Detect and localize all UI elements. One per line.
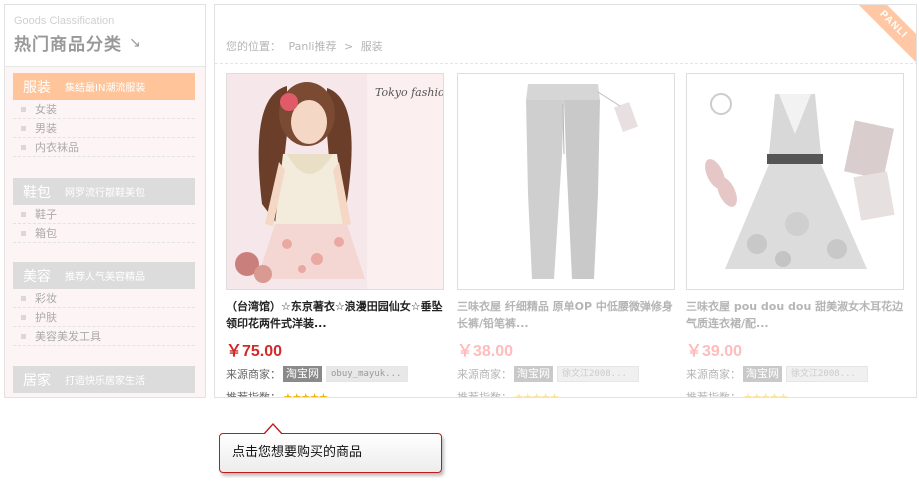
- seller-name[interactable]: obuy_mayuk...: [326, 365, 408, 382]
- product-source: 来源商家： 淘宝网 徐文江2008...: [457, 365, 675, 382]
- source-label: 来源商家：: [226, 367, 281, 381]
- product-card[interactable]: Tokyo fashion co.: [226, 73, 444, 398]
- rating-label: 推荐指数：: [457, 391, 512, 398]
- breadcrumb: 您的位置： Panli推荐 > 服装: [226, 38, 387, 54]
- product-rating: 推荐指数： ★★★★★: [686, 389, 904, 398]
- category-clothing: 服装 集结最IN潮流服装 女装 男装 内衣袜品: [13, 73, 195, 157]
- category-item-womens[interactable]: 女装: [13, 100, 195, 119]
- sidebar-header: Goods Classification 热门商品分类 ↘: [5, 5, 205, 67]
- category-beauty: 美容 推荐人气美容精品 彩妆 护肤 美容美发工具: [13, 262, 195, 346]
- seller-name[interactable]: 徐文江2008...: [786, 365, 868, 382]
- category-name: 美容: [23, 268, 51, 285]
- tooltip-arrow-icon: [263, 423, 283, 435]
- rating-label: 推荐指数：: [686, 391, 741, 398]
- star-rating-icon: ★★★★★: [743, 390, 788, 398]
- product-price: ￥75.00: [226, 343, 283, 360]
- category-sidebar: Goods Classification 热门商品分类 ↘ 服装 集结最IN潮流…: [4, 4, 206, 398]
- category-item-makeup[interactable]: 彩妆: [13, 289, 195, 308]
- source-site-badge[interactable]: 淘宝网: [283, 365, 322, 382]
- panli-ribbon: PANLI: [854, 5, 916, 64]
- category-name: 鞋包: [23, 184, 51, 201]
- breadcrumb-label: 您的位置：: [226, 40, 281, 53]
- product-image[interactable]: [457, 73, 675, 290]
- category-item-beauty-tools[interactable]: 美容美发工具: [13, 327, 195, 346]
- source-site-badge[interactable]: 淘宝网: [743, 365, 782, 382]
- divider: [215, 63, 916, 64]
- tooltip-text: 点击您想要购买的商品: [232, 445, 363, 460]
- source-label: 来源商家：: [686, 367, 741, 381]
- category-header-shoes-bags[interactable]: 鞋包 网罗流行靓鞋美包: [13, 178, 195, 205]
- product-title[interactable]: 三味衣屋 pou dou dou 甜美淑女木耳花边气质连衣裙/配...: [686, 298, 904, 332]
- category-shoes-bags: 鞋包 网罗流行靓鞋美包 鞋子 箱包: [13, 178, 195, 243]
- category-item-underwear[interactable]: 内衣袜品: [13, 138, 195, 157]
- product-image[interactable]: Tokyo fashion co.: [226, 73, 444, 290]
- product-source: 来源商家： 淘宝网 徐文江2008...: [686, 365, 904, 382]
- category-header-clothing[interactable]: 服装 集结最IN潮流服装: [13, 73, 195, 100]
- rating-label: 推荐指数：: [226, 391, 281, 398]
- category-home: 居家 打造快乐居家生活: [13, 366, 195, 393]
- product-panel: PANLI 您的位置： Panli推荐 > 服装 Tokyo fashion c…: [214, 4, 917, 398]
- product-card[interactable]: 三味衣屋 纤细精品 原单OP 中低腰微弹修身长裤/铅笔裤... ￥38.00 来…: [457, 73, 675, 398]
- category-name: 服装: [23, 79, 51, 96]
- source-site-badge[interactable]: 淘宝网: [514, 365, 553, 382]
- category-desc: 网罗流行靓鞋美包: [65, 188, 145, 199]
- category-header-home[interactable]: 居家 打造快乐居家生活: [13, 366, 195, 393]
- star-rating-icon: ★★★★★: [283, 390, 328, 398]
- source-label: 来源商家：: [457, 367, 512, 381]
- star-rating-icon: ★★★★★: [514, 390, 559, 398]
- breadcrumb-separator: >: [343, 40, 354, 53]
- category-item-bags[interactable]: 箱包: [13, 224, 195, 243]
- category-item-mens[interactable]: 男装: [13, 119, 195, 138]
- category-desc: 打造快乐居家生活: [65, 376, 145, 387]
- category-list: 服装 集结最IN潮流服装 女装 男装 内衣袜品 鞋包 网罗流行靓鞋美包 鞋子 箱…: [5, 67, 205, 397]
- category-header-beauty[interactable]: 美容 推荐人气美容精品: [13, 262, 195, 289]
- seller-name[interactable]: 徐文江2008...: [557, 365, 639, 382]
- guide-tooltip: 点击您想要购买的商品: [219, 423, 442, 473]
- sidebar-title-en: Goods Classification: [14, 15, 115, 27]
- product-title[interactable]: （台湾馆）☆东京著衣☆浪漫田园仙女☆垂坠领印花两件式洋装...: [226, 298, 444, 332]
- product-price: ￥38.00: [457, 343, 514, 360]
- product-rating: 推荐指数： ★★★★★: [457, 389, 675, 398]
- sidebar-title: 热门商品分类: [14, 35, 122, 55]
- category-name: 居家: [23, 372, 51, 389]
- product-title[interactable]: 三味衣屋 纤细精品 原单OP 中低腰微弹修身长裤/铅笔裤...: [457, 298, 675, 332]
- product-source: 来源商家： 淘宝网 obuy_mayuk...: [226, 365, 444, 382]
- product-card[interactable]: 三味衣屋 pou dou dou 甜美淑女木耳花边气质连衣裙/配... ￥39.…: [686, 73, 904, 398]
- arrow-down-right-icon: ↘: [129, 35, 141, 51]
- product-image[interactable]: [686, 73, 904, 290]
- breadcrumb-current: 服装: [360, 40, 383, 53]
- product-rating: 推荐指数： ★★★★★: [226, 389, 444, 398]
- category-item-shoes[interactable]: 鞋子: [13, 205, 195, 224]
- image-brand-text: Tokyo fashion co.: [375, 86, 444, 99]
- product-price: ￥39.00: [686, 343, 743, 360]
- breadcrumb-link-panli[interactable]: Panli推荐: [289, 40, 337, 53]
- category-desc: 推荐人气美容精品: [65, 272, 145, 283]
- category-desc: 集结最IN潮流服装: [65, 83, 146, 94]
- category-item-skincare[interactable]: 护肤: [13, 308, 195, 327]
